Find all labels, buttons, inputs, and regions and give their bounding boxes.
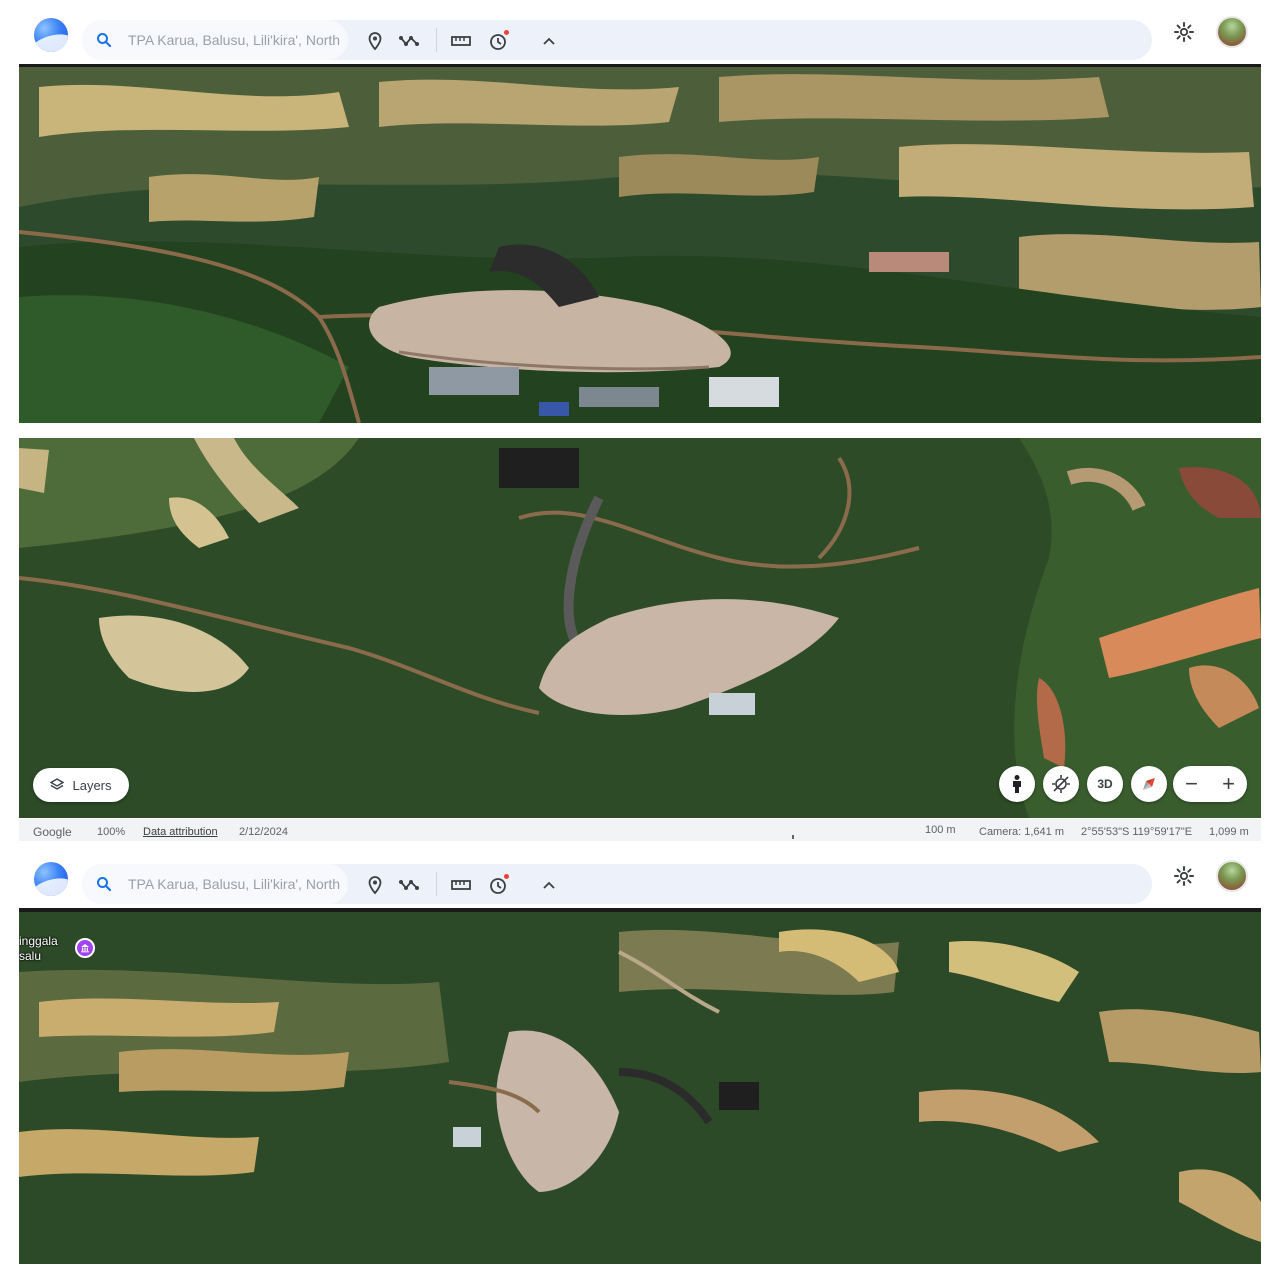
- toolbar-bar: [82, 20, 1152, 60]
- scale-label: 100 m: [925, 824, 956, 836]
- place-label-line1: inggala: [19, 934, 58, 948]
- notification-dot: [504, 30, 509, 35]
- chevron-up-icon[interactable]: [538, 874, 560, 896]
- place-label[interactable]: inggala salu: [19, 934, 58, 964]
- toolbar-divider: [436, 872, 437, 896]
- search-icon: [97, 877, 112, 892]
- search-box[interactable]: [82, 20, 348, 60]
- zoom-in-button[interactable]: +: [1210, 766, 1247, 802]
- history-icon[interactable]: [487, 874, 509, 896]
- compass-icon: [1143, 778, 1155, 790]
- camera-altitude: Camera: 1,641 m: [979, 826, 1064, 838]
- history-icon[interactable]: [487, 30, 509, 52]
- toggle-3d-button[interactable]: 3D: [1087, 766, 1123, 802]
- zoom-level: 100%: [97, 826, 126, 838]
- location-off-button[interactable]: [1043, 766, 1079, 802]
- notification-dot: [504, 874, 509, 879]
- elevation: 1,099 m: [1209, 826, 1249, 838]
- layers-label: Layers: [72, 777, 112, 793]
- ruler-icon[interactable]: [450, 874, 472, 896]
- google-earth-logo[interactable]: [34, 18, 68, 52]
- gear-icon[interactable]: [1172, 20, 1196, 44]
- account-avatar[interactable]: [1216, 16, 1248, 48]
- satellite-imagery-1: [19, 67, 1261, 423]
- toolbar-divider: [436, 28, 437, 52]
- google-brand: Google: [33, 825, 72, 839]
- scale-tick: [792, 835, 794, 839]
- satellite-imagery-3: [19, 912, 1261, 1264]
- satellite-imagery-2: [19, 438, 1261, 818]
- place-label-line2: salu: [19, 949, 42, 963]
- zoom-control: − +: [1173, 766, 1247, 802]
- zoom-out-button[interactable]: −: [1173, 766, 1210, 802]
- ruler-icon[interactable]: [450, 30, 472, 52]
- data-attribution-link[interactable]: Data attribution: [143, 826, 218, 838]
- building-glyph: [81, 944, 89, 953]
- search-icon: [97, 33, 112, 48]
- search-box[interactable]: [82, 864, 348, 904]
- map-view-oblique-1[interactable]: [19, 64, 1261, 423]
- layers-button[interactable]: Layers: [33, 768, 129, 802]
- status-bar: Google 100% Data attribution 2/12/2024 1…: [19, 819, 1261, 841]
- compass-button[interactable]: [1131, 766, 1167, 802]
- toolbar-bar: [82, 864, 1152, 904]
- path-icon[interactable]: [398, 874, 420, 896]
- map-view-oblique-2[interactable]: inggala salu: [19, 908, 1261, 1264]
- search-input[interactable]: [128, 30, 342, 50]
- chevron-up-icon[interactable]: [538, 30, 560, 52]
- place-pin-icon[interactable]: [364, 874, 386, 896]
- toggle-3d-label: 3D: [1097, 777, 1113, 791]
- coordinates: 2°55'53"S 119°59'17"E: [1081, 826, 1193, 838]
- street-view-button[interactable]: [999, 766, 1035, 802]
- google-earth-logo[interactable]: [34, 862, 68, 896]
- pegman-icon: [1013, 775, 1021, 793]
- gear-icon[interactable]: [1172, 864, 1196, 888]
- location-off-icon: [1052, 775, 1070, 793]
- museum-icon[interactable]: [75, 938, 95, 958]
- earth-toolbar-top: [0, 8, 1280, 66]
- path-icon[interactable]: [398, 30, 420, 52]
- search-input[interactable]: [128, 874, 342, 894]
- map-view-topdown[interactable]: Layers 3D − +: [19, 438, 1261, 818]
- layers-icon: [50, 778, 65, 790]
- earth-toolbar-bottom: [0, 852, 1280, 910]
- imagery-date: 2/12/2024: [239, 826, 288, 838]
- place-pin-icon[interactable]: [364, 30, 386, 52]
- account-avatar[interactable]: [1216, 860, 1248, 892]
